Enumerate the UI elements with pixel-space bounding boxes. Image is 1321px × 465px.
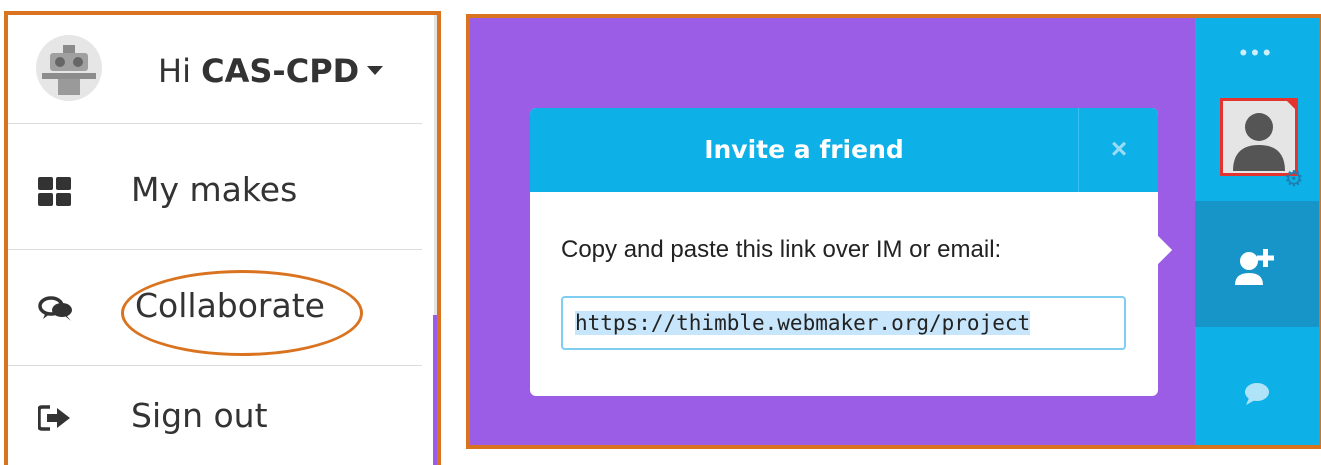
menu-item-label: My makes: [131, 170, 298, 209]
caret-down-icon: [367, 65, 384, 75]
grid-icon: [38, 177, 71, 206]
popup-header: Invite a friend ×: [530, 108, 1158, 192]
more-options-icon[interactable]: •••: [1195, 40, 1319, 66]
user-avatar[interactable]: [1220, 98, 1298, 176]
greeting-prefix: Hi: [158, 52, 191, 90]
menu-item-sign-out[interactable]: Sign out: [8, 366, 422, 465]
editor-view: ••• ⚙ Invite a friend × Copy and paste t…: [466, 14, 1321, 449]
collaboration-sidebar: ••• ⚙: [1195, 18, 1319, 445]
avatar: [36, 35, 102, 101]
invite-friend-button[interactable]: [1195, 201, 1319, 327]
close-icon: ×: [1110, 133, 1128, 164]
invite-link-text: https://thimble.webmaker.org/project: [575, 311, 1031, 335]
chat-bubbles-icon: [38, 296, 72, 321]
menu-item-collaborate[interactable]: Collaborate: [8, 250, 422, 366]
user-menu-toggle[interactable]: Hi CAS-CPD: [8, 15, 422, 124]
user-greeting[interactable]: Hi CAS-CPD: [158, 52, 384, 90]
close-button[interactable]: ×: [1078, 108, 1159, 192]
invite-link-field[interactable]: https://thimble.webmaker.org/project: [561, 296, 1126, 350]
gear-icon[interactable]: ⚙: [1284, 166, 1304, 192]
background-strip-purple: [433, 315, 437, 465]
menu-item-label: Sign out: [131, 396, 268, 435]
menu-item-my-makes[interactable]: My makes: [8, 132, 422, 250]
robot-icon: [42, 45, 96, 95]
sign-out-icon: [38, 405, 70, 431]
avatar-corner-badge: [1284, 98, 1298, 112]
chat-bubble-icon: [1245, 383, 1269, 405]
background-strip: [434, 15, 437, 315]
user-dropdown-menu: Hi CAS-CPD My makes Collaborate Sign out: [4, 11, 441, 465]
add-user-icon: [1235, 249, 1274, 285]
popup-instructions: Copy and paste this link over IM or emai…: [561, 236, 1002, 263]
username: CAS-CPD: [201, 52, 360, 90]
popup-arrow: [1143, 235, 1173, 265]
menu-item-label: Collaborate: [135, 286, 325, 325]
invite-friend-popup: Invite a friend × Copy and paste this li…: [530, 108, 1173, 396]
popup-title: Invite a friend: [704, 135, 904, 164]
chat-button[interactable]: [1195, 327, 1319, 445]
